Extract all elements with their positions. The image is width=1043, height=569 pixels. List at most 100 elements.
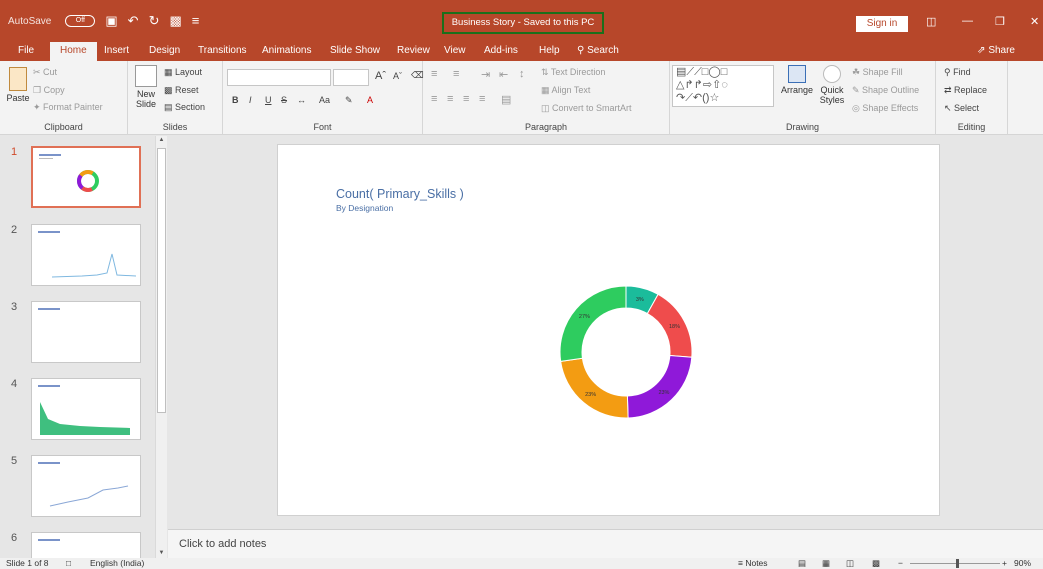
zoom-slider[interactable] [910, 563, 1000, 564]
shapes-gallery[interactable]: ▤⟋⟋□◯□ △↱↱⇨⇧◌ ↷⟋↶()☆ [672, 65, 774, 107]
italic-button[interactable]: I [249, 95, 252, 105]
donut-slice[interactable] [626, 354, 693, 419]
tab-add-ins[interactable]: Add-ins [484, 45, 518, 56]
minimize-icon[interactable]: — [962, 15, 973, 27]
title-bar: AutoSave Off ▣ ↶ ↻ ▩ ≡ Business Story - … [0, 0, 1043, 42]
zoom-in-icon[interactable]: + [1002, 558, 1007, 569]
sign-in-button[interactable]: Sign in [856, 16, 908, 32]
customize-quick-access-icon[interactable]: ≡ [192, 14, 200, 27]
thumbnails-scrollbar[interactable]: ▲ ▼ [155, 136, 167, 558]
strikethrough-button[interactable]: S [281, 95, 287, 105]
donut-slice[interactable] [559, 285, 627, 362]
new-slide-button[interactable]: New Slide [132, 65, 160, 109]
ribbon-display-options-icon[interactable]: ◫ [926, 15, 936, 28]
zoom-slider-handle[interactable] [956, 559, 959, 568]
quick-styles-button[interactable]: Quick Styles [816, 65, 848, 105]
language-indicator[interactable]: English (India) [90, 558, 144, 569]
accessibility-icon[interactable]: □ [66, 558, 71, 569]
bold-button[interactable]: B [232, 95, 239, 105]
slide-thumbnail[interactable] [31, 532, 141, 558]
tab-help[interactable]: Help [539, 45, 560, 56]
layout-button[interactable]: ▦ Layout [164, 67, 202, 78]
notes-toggle[interactable]: ≡ Notes [738, 558, 768, 569]
increase-font-size-icon[interactable]: Aˆ [375, 70, 386, 82]
arrange-button[interactable]: Arrange [780, 65, 814, 95]
change-case-button[interactable]: Aa [319, 95, 330, 105]
shape-fill-button[interactable]: ☘ Shape Fill [852, 67, 903, 78]
format-painter-button[interactable]: ✦ Format Painter [33, 102, 103, 113]
tab-file[interactable]: File [18, 45, 34, 56]
cut-button[interactable]: ✂ Cut [33, 67, 57, 78]
normal-view-icon[interactable]: ▤ [798, 558, 806, 569]
reset-button[interactable]: ▩ Reset [164, 85, 199, 96]
tab-view[interactable]: View [444, 45, 466, 56]
font-size-combo[interactable] [333, 69, 369, 86]
select-button[interactable]: ↖ Select [944, 103, 979, 114]
convert-smartart-button[interactable]: ◫ Convert to SmartArt [541, 103, 632, 114]
numbering-icon[interactable]: ≡ [453, 68, 459, 80]
align-left-icon[interactable]: ≡ [431, 93, 437, 105]
character-spacing-icon[interactable]: ↔ [297, 95, 306, 105]
bullets-icon[interactable]: ≡ [431, 68, 437, 80]
paste-button[interactable]: Paste [6, 67, 30, 103]
slide-thumbnail[interactable] [31, 301, 141, 363]
line-spacing-icon[interactable]: ↕ [519, 68, 525, 80]
zoom-level[interactable]: 90% [1014, 558, 1031, 569]
share-button[interactable]: ⇗ Share [977, 45, 1015, 56]
tab-insert[interactable]: Insert [104, 45, 129, 56]
text-direction-button[interactable]: ⇅ Text Direction [541, 67, 605, 78]
slide-sorter-icon[interactable]: ▦ [822, 558, 830, 569]
redo-icon[interactable]: ↻ [149, 14, 160, 27]
font-color-icon[interactable]: A [367, 95, 373, 105]
align-center-icon[interactable]: ≡ [447, 93, 453, 105]
tab-design[interactable]: Design [149, 45, 180, 56]
present-from-start-icon[interactable]: ▩ [169, 14, 181, 27]
restore-icon[interactable]: ❐ [995, 15, 1005, 28]
scroll-up-icon[interactable]: ▲ [157, 136, 166, 145]
paint-bucket-icon: ☘ [852, 67, 863, 77]
donut-chart[interactable]: 3% 18% 23% 23% 27% [559, 285, 693, 419]
decrease-font-size-icon[interactable]: Aˇ [393, 71, 402, 81]
outdent-icon[interactable]: ⇤ [499, 68, 508, 81]
tab-review[interactable]: Review [397, 45, 430, 56]
tab-slide-show[interactable]: Slide Show [330, 45, 380, 56]
indent-icon[interactable]: ⇥ [481, 68, 490, 81]
donut-slice[interactable] [560, 357, 629, 419]
shape-outline-button[interactable]: ✎ Shape Outline [852, 85, 919, 96]
shape-effects-button[interactable]: ◎ Shape Effects [852, 103, 918, 114]
save-icon[interactable]: ▣ [105, 14, 117, 27]
columns-icon[interactable]: ▤ [501, 93, 511, 106]
chart-title[interactable]: Count( Primary_Skills ) [336, 187, 464, 201]
slide-canvas[interactable]: Count( Primary_Skills ) By Designation 3… [277, 144, 940, 516]
chart-subtitle[interactable]: By Designation [336, 203, 393, 213]
section-button[interactable]: ▤ Section [164, 102, 205, 113]
align-text-button[interactable]: ▦ Align Text [541, 85, 590, 96]
autosave-toggle[interactable]: Off [65, 15, 96, 27]
format-painter-label: Format Painter [43, 102, 103, 112]
zoom-out-icon[interactable]: − [898, 558, 903, 569]
undo-icon[interactable]: ↶ [128, 14, 139, 27]
clear-formatting-icon[interactable]: ⌫ [411, 70, 424, 81]
tab-animations[interactable]: Animations [262, 45, 311, 56]
slide-thumbnail[interactable] [31, 378, 141, 440]
reading-view-icon[interactable]: ◫ [846, 558, 854, 569]
tab-transitions[interactable]: Transitions [198, 45, 247, 56]
justify-icon[interactable]: ≡ [479, 93, 485, 105]
replace-button[interactable]: ⇄ Replace [944, 85, 987, 96]
find-button[interactable]: ⚲ Find [944, 67, 971, 78]
slide-thumbnail[interactable] [31, 455, 141, 517]
tab-home[interactable]: Home [50, 42, 97, 61]
tell-me-search[interactable]: ⚲ Search [577, 45, 619, 56]
scroll-down-icon[interactable]: ▼ [157, 549, 166, 558]
copy-button[interactable]: ❐ Copy [33, 85, 65, 96]
highlight-icon[interactable]: ✎ [345, 95, 353, 106]
slide-show-icon[interactable]: ▩ [872, 558, 880, 569]
align-right-icon[interactable]: ≡ [463, 93, 469, 105]
slide-thumbnail[interactable] [31, 224, 141, 286]
underline-button[interactable]: U [265, 95, 272, 105]
scrollbar-thumb[interactable] [157, 148, 166, 413]
slide-thumbnail[interactable] [31, 146, 141, 208]
notes-pane[interactable]: Click to add notes [168, 529, 1043, 558]
font-name-combo[interactable] [227, 69, 331, 86]
close-icon[interactable]: ✕ [1030, 15, 1039, 28]
